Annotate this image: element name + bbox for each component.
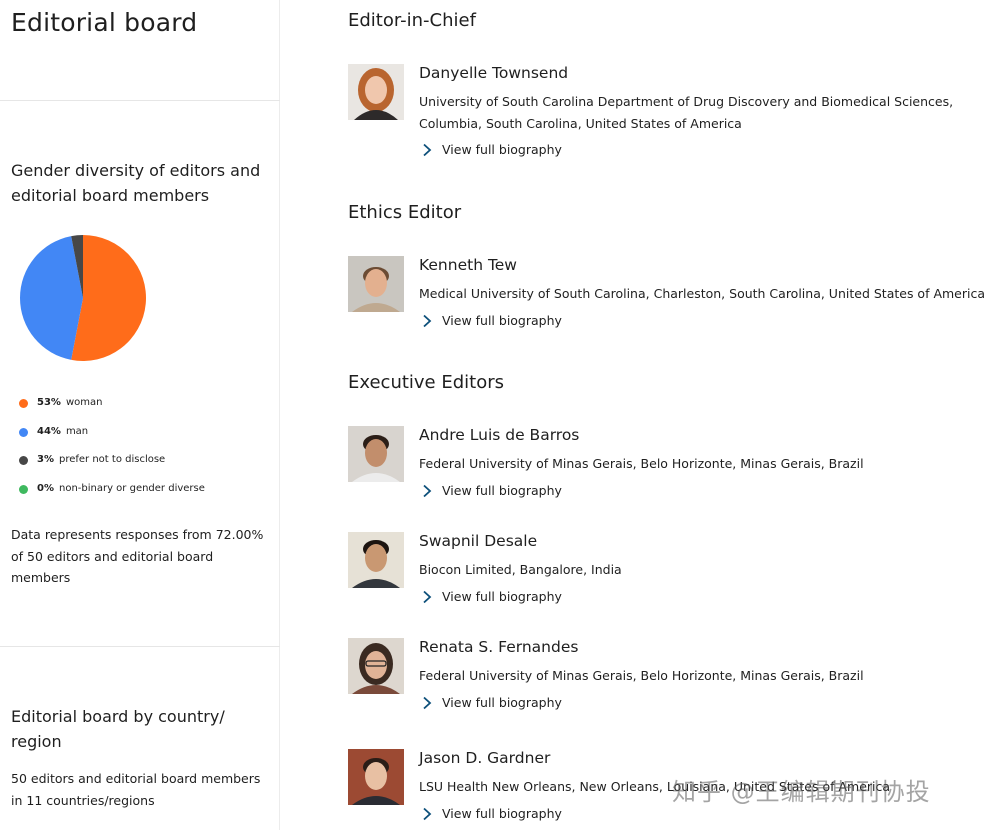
chevron-right-icon: [423, 807, 432, 820]
page-title: Editorial board: [11, 8, 198, 37]
chevron-right-icon: [423, 590, 432, 603]
pie-slice-man: [19, 236, 83, 360]
view-biography-link[interactable]: View full biography: [421, 589, 562, 604]
divider: [0, 100, 280, 101]
legend-item-non-binary: 0% non-binary or gender diverse: [19, 483, 269, 512]
editor-affiliation: Medical University of South Carolina, Ch…: [419, 286, 986, 301]
legend-label: non-binary or gender diverse: [58, 483, 205, 495]
legend-item-man: 44% man: [19, 426, 269, 455]
view-biography-link[interactable]: View full biography: [421, 695, 562, 710]
section-heading-executive-editors: Executive Editors: [348, 372, 505, 393]
avatar: [348, 64, 404, 120]
editor-name: Danyelle Townsend: [419, 64, 569, 82]
gender-pie-chart: [19, 235, 146, 361]
legend-dot-man: [19, 427, 28, 437]
gender-data-note: Data represents responses from 72.00% of…: [11, 527, 264, 585]
view-biography-link[interactable]: View full biography: [421, 806, 562, 821]
watermark: 知乎 @王编辑期刊协投: [672, 778, 931, 806]
sidebar: Editorial board Gender diversity of edit…: [0, 0, 280, 830]
chevron-right-icon: [423, 143, 432, 156]
editor-name: Swapnil Desale: [419, 532, 538, 550]
editors-list: Editor-in-Chief Danyelle Townsend Univer…: [348, 0, 1001, 830]
legend-item-prefer-not: 3% prefer not to disclose: [19, 454, 269, 483]
view-biography-label: View full biography: [442, 806, 562, 821]
section-heading-editor-in-chief: Editor-in-Chief: [348, 10, 476, 31]
editor-name: Jason D. Gardner: [419, 749, 551, 767]
legend-pct: 53%: [37, 397, 61, 408]
divider: [0, 646, 280, 647]
chevron-right-icon: [423, 484, 432, 497]
view-biography-link[interactable]: View full biography: [421, 483, 562, 498]
editor-affiliation: Federal University of Minas Gerais, Belo…: [419, 456, 864, 471]
legend-item-woman: 53% woman: [19, 397, 269, 426]
view-biography-label: View full biography: [442, 483, 562, 498]
chevron-right-icon: [423, 696, 432, 709]
gender-legend: 53% woman 44% man 3% prefer not to discl…: [19, 397, 269, 512]
legend-pct: 44%: [37, 425, 61, 437]
view-biography-label: View full biography: [442, 589, 562, 604]
legend-label: man: [65, 425, 89, 437]
view-biography-label: View full biography: [442, 142, 562, 157]
legend-pct: 0%: [37, 483, 54, 495]
chevron-right-icon: [423, 314, 432, 327]
editor-affiliation: University of South Carolina Department …: [419, 94, 954, 131]
legend-label: woman: [65, 397, 103, 408]
editor-name: Renata S. Fernandes: [419, 638, 579, 656]
avatar: [348, 638, 404, 694]
legend-label: prefer not to disclose: [58, 454, 166, 466]
editor-affiliation: Federal University of Minas Gerais, Belo…: [419, 668, 864, 683]
country-region-title: Editorial board by country/ region: [11, 707, 225, 751]
editor-affiliation: Biocon Limited, Bangalore, India: [419, 562, 622, 577]
editor-name: Kenneth Tew: [419, 256, 517, 274]
view-biography-link[interactable]: View full biography: [421, 313, 562, 328]
section-heading-ethics-editor: Ethics Editor: [348, 202, 462, 223]
avatar: [348, 749, 404, 805]
avatar: [348, 532, 404, 588]
gender-diversity-title: Gender diversity of editors and editoria…: [11, 161, 261, 205]
country-region-note: 50 editors and editorial board members i…: [11, 771, 261, 808]
legend-dot-woman: [19, 399, 28, 408]
legend-pct: 3%: [37, 454, 54, 466]
view-biography-label: View full biography: [442, 695, 562, 710]
avatar: [348, 256, 404, 312]
editor-name: Andre Luis de Barros: [419, 426, 580, 444]
view-biography-label: View full biography: [442, 313, 562, 328]
view-biography-link[interactable]: View full biography: [421, 142, 562, 157]
legend-dot-prefer-not: [19, 456, 28, 466]
avatar: [348, 426, 404, 482]
legend-dot-non-binary: [19, 485, 28, 495]
